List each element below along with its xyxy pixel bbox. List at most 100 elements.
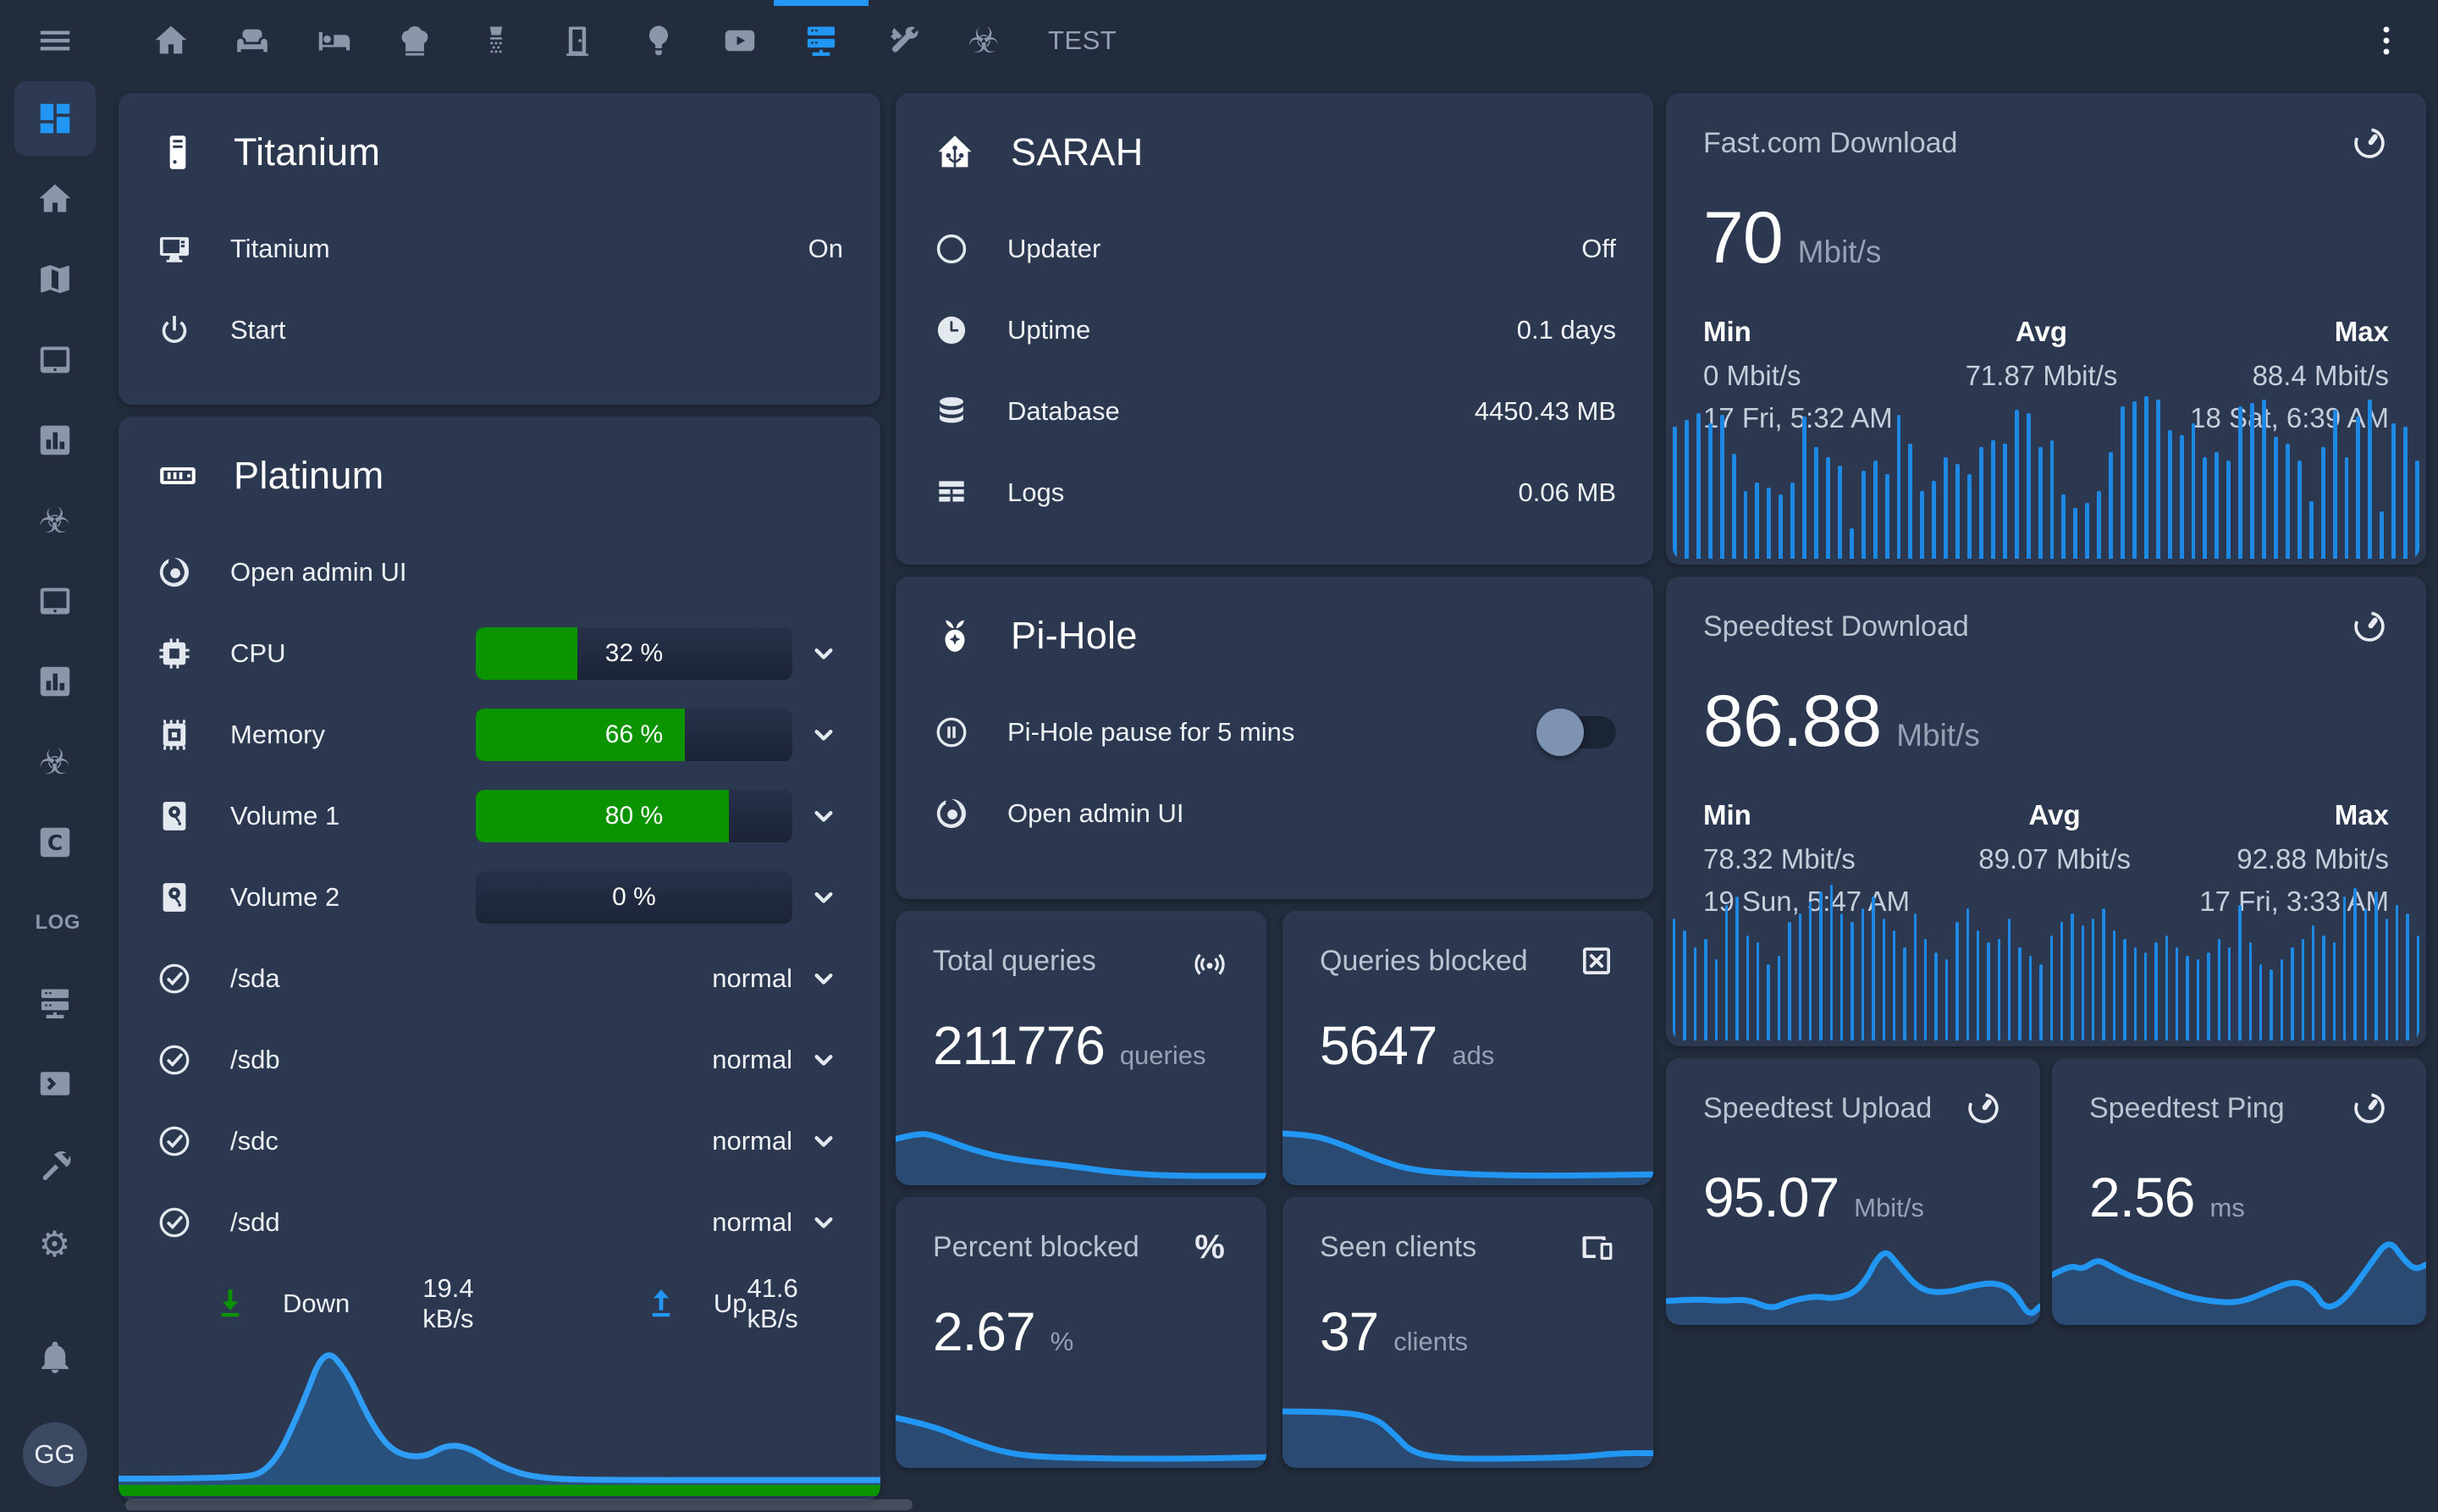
min-label: Min <box>1703 316 1893 348</box>
log-icon: LOG <box>36 903 74 942</box>
user-avatar[interactable]: GG <box>23 1422 87 1487</box>
tab-bathroom[interactable] <box>455 0 537 81</box>
row-database[interactable]: Database 4450.43 MB <box>896 371 1653 452</box>
biohazard-icon: ☣ <box>36 742 74 781</box>
tab-bedroom[interactable] <box>293 0 374 81</box>
sidebar-item-chart-1[interactable] <box>14 403 96 477</box>
chevron-down-icon[interactable] <box>792 1124 855 1158</box>
tab-lights[interactable] <box>618 0 699 81</box>
row-pihole-admin[interactable]: Open admin UI <box>896 773 1653 854</box>
download-arrow-icon <box>212 1285 249 1322</box>
stat-title: Speedtest Upload <box>1703 1092 1932 1125</box>
sidebar-item-chart-2[interactable] <box>14 644 96 719</box>
tab-kitchen[interactable] <box>374 0 455 81</box>
card-speedtest-download: Speedtest Download 86.88 Mbit/s Min 78.3… <box>1666 577 2426 1046</box>
home-icon <box>152 21 190 60</box>
chart-box-icon <box>36 662 74 701</box>
row-volume-1[interactable]: Volume 1 80 % <box>119 775 880 857</box>
tab-network[interactable] <box>780 0 862 81</box>
row-uptime[interactable]: Uptime 0.1 days <box>896 290 1653 371</box>
volume2-progress-bar: 0 % <box>476 871 792 924</box>
stat-value: 2.67 <box>933 1300 1035 1363</box>
row-disk-sda[interactable]: /sda normal <box>119 938 880 1019</box>
check-circle-icon <box>156 1041 193 1079</box>
queries-blocked-sparkline <box>1282 1101 1653 1185</box>
sidebar-item-biohazard-2[interactable]: ☣ <box>14 725 96 799</box>
stat-value: 37 <box>1320 1300 1378 1363</box>
tab-tools[interactable] <box>862 0 943 81</box>
chevron-down-icon[interactable] <box>792 1206 855 1239</box>
row-titanium-switch[interactable]: Titanium On <box>119 208 880 290</box>
row-label: Logs <box>1007 477 1064 508</box>
sidebar-item-console[interactable] <box>14 1046 96 1121</box>
pi-hole-icon <box>933 614 977 658</box>
sidebar-item-dashboard[interactable] <box>14 81 96 156</box>
server-network-icon <box>36 984 74 1023</box>
row-label: Volume 2 <box>230 882 339 913</box>
row-label: Uptime <box>1007 315 1090 345</box>
pihole-pause-toggle[interactable] <box>1542 716 1616 748</box>
sidebar-item-map[interactable] <box>14 242 96 317</box>
fastcom-bar-chart <box>1673 389 2419 559</box>
sidebar-item-developer-tools[interactable] <box>14 1127 96 1201</box>
up-value: 41.6 kB/s <box>747 1273 806 1334</box>
tab-media[interactable] <box>699 0 780 81</box>
card-titanium-header: Titanium <box>119 93 880 174</box>
card-title: Pi-Hole <box>1011 614 1138 658</box>
view-dashboard-icon <box>36 99 74 138</box>
menu-icon[interactable] <box>36 21 74 60</box>
sidebar-item-home[interactable] <box>14 162 96 236</box>
chevron-down-icon[interactable] <box>792 1043 855 1077</box>
sidebar-item-biohazard-1[interactable]: ☣ <box>14 483 96 558</box>
tab-biohazard[interactable]: ☣ <box>943 0 1024 81</box>
gauge-icon <box>1964 1089 2003 1128</box>
sidebar-item-c-box[interactable]: C <box>14 805 96 880</box>
tab-living-room[interactable] <box>212 0 293 81</box>
progress-label: 66 % <box>476 709 792 761</box>
sidebar-item-settings[interactable]: ⚙ <box>14 1207 96 1282</box>
row-volume-2[interactable]: Volume 2 0 % <box>119 857 880 938</box>
horizontal-scrollbar[interactable] <box>125 1499 913 1510</box>
sidebar-item-notifications[interactable] <box>14 1320 96 1394</box>
row-logs[interactable]: Logs 0.06 MB <box>896 452 1653 533</box>
sidebar-item-log[interactable]: LOG <box>14 886 96 960</box>
chevron-down-icon[interactable] <box>792 880 855 914</box>
tab-entry[interactable] <box>537 0 618 81</box>
min-value: 0 Mbit/s <box>1703 360 1893 392</box>
row-label: /sdc <box>230 1126 279 1156</box>
sidebar-item-tablet-2[interactable] <box>14 564 96 638</box>
chevron-down-icon[interactable] <box>792 718 855 752</box>
row-disk-sdd[interactable]: /sdd normal <box>119 1182 880 1263</box>
row-titanium-start[interactable]: Start <box>119 290 880 371</box>
tab-home[interactable] <box>130 0 212 81</box>
network-throughput-chart <box>119 1344 880 1486</box>
row-open-admin-ui[interactable]: Open admin UI <box>119 532 880 613</box>
row-updater[interactable]: Updater Off <box>896 208 1653 290</box>
chevron-down-icon[interactable] <box>792 637 855 670</box>
sidebar-item-tablet-1[interactable] <box>14 323 96 397</box>
card-speedtest-ping: Speedtest Ping 2.56 ms <box>2052 1058 2426 1325</box>
row-label: Memory <box>230 720 325 750</box>
row-memory[interactable]: Memory 66 % <box>119 694 880 775</box>
toggle-thumb <box>1536 709 1584 756</box>
tab-test[interactable]: TEST <box>1024 0 1140 81</box>
chevron-down-icon[interactable] <box>792 799 855 833</box>
progress-label: 80 % <box>476 790 792 842</box>
database-icon <box>933 393 970 430</box>
speed-value: 86.88 <box>1703 680 1881 764</box>
gauge-icon <box>2350 1089 2389 1128</box>
up-label: Up <box>714 1289 747 1319</box>
card-platinum: Platinum Open admin UI CPU 32 % Memory 6… <box>119 417 880 1500</box>
row-disk-sdb[interactable]: /sdb normal <box>119 1019 880 1101</box>
sofa-icon <box>233 21 272 60</box>
overflow-menu-icon[interactable] <box>2367 21 2406 60</box>
alpha-c-box-icon: C <box>36 823 74 862</box>
sidebar-item-network[interactable] <box>14 966 96 1040</box>
row-disk-sdc[interactable]: /sdc normal <box>119 1101 880 1182</box>
memory-chip-icon <box>156 716 193 753</box>
row-pihole-pause[interactable]: Pi-Hole pause for 5 mins <box>896 692 1653 773</box>
chevron-down-icon[interactable] <box>792 962 855 996</box>
row-cpu[interactable]: CPU 32 % <box>119 613 880 694</box>
stat-unit: % <box>1051 1327 1074 1357</box>
stat-title: Percent blocked <box>933 1231 1139 1264</box>
